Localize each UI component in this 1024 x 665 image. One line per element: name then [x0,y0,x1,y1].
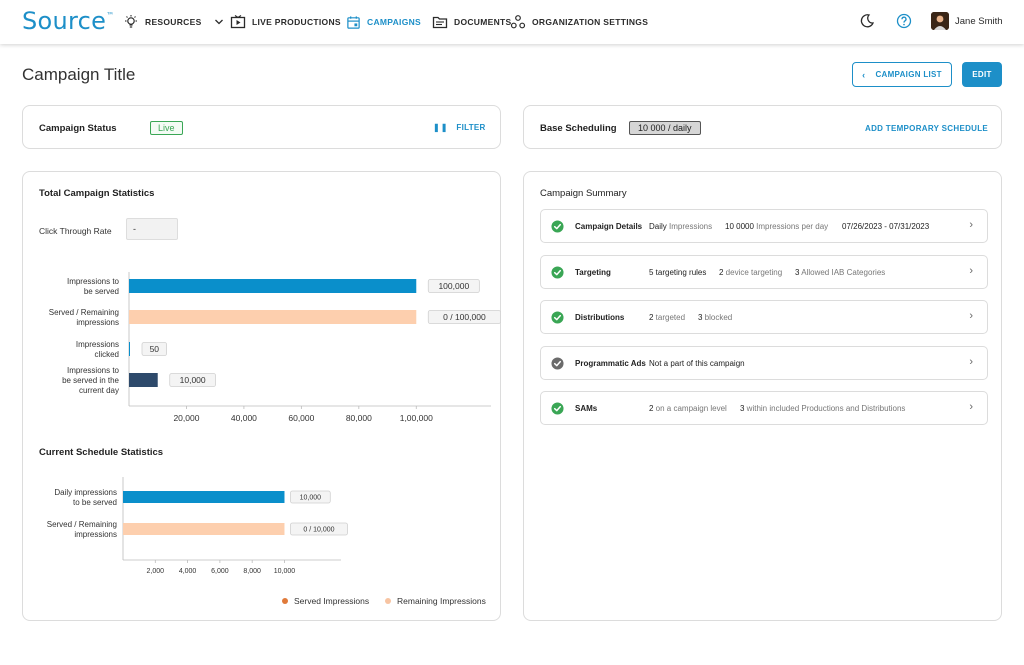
lightbulb-icon [125,15,137,28]
summary-row-distributions[interactable]: Distributions 2 targeted 3 blocked › [540,300,988,334]
page-title: Campaign Title [22,65,136,84]
check-circle-icon [551,402,564,415]
filter-button[interactable]: ❚❚ FILTER [433,123,486,132]
campaign-status-card: Campaign Status Live ❚❚ FILTER [22,105,501,149]
user-name[interactable]: Jane Smith [955,16,1003,27]
avatar[interactable] [931,12,949,30]
legend-served: Served Impressions [282,596,369,606]
summary-row-value: 3 blocked [698,313,733,322]
organization-icon [510,15,526,29]
nav-campaigns-label: CAMPAIGNS [367,17,422,27]
bar [123,491,285,503]
chevron-down-icon[interactable] [214,17,224,27]
nav-live-productions-label: LIVE PRODUCTIONS [252,17,341,27]
base-scheduling-label: Base Scheduling [540,123,617,134]
bar [123,523,285,535]
x-tick-label: 6,000 [211,568,229,575]
summary-row-value: 2 device targeting [719,268,783,277]
served-legend-dot [282,598,288,604]
calendar-icon [347,15,360,29]
campaign-status-label: Campaign Status [39,123,117,134]
summary-row-programmatic-ads[interactable]: Programmatic Ads Not a part of this campa… [540,346,988,380]
status-badge: Live [150,121,183,135]
scheduling-value-badge: 10 000 / daily [629,121,701,135]
summary-row-value: Daily Impressions [649,222,713,231]
summary-row-targeting[interactable]: Targeting 5 targeting rules 2 device targe… [540,255,988,289]
data-label: 10,000 [300,495,322,502]
x-tick-label: 8,000 [243,568,261,575]
edit-button[interactable]: EDIT [962,62,1002,87]
add-temporary-schedule-button[interactable]: ADD TEMPORARY SCHEDULE [865,124,988,133]
check-circle-icon [551,357,564,370]
x-tick-label: 2,000 [147,568,165,575]
x-tick-label: 4,000 [179,568,197,575]
nav-resources[interactable]: RESOURCES [123,14,230,30]
chevron-right-icon[interactable]: › [969,265,973,277]
category-label: Daily impressions to be served [54,488,117,507]
summary-row-value: 5 targeting rules [649,268,707,277]
nav-organization-settings[interactable]: ORGANIZATION SETTINGS [510,14,648,30]
nav-documents[interactable]: DOCUMENTS [432,14,511,30]
summary-row-sams[interactable]: SAMs 2 on a campaign level 3 within includ… [540,391,988,425]
legend-remaining: Remaining Impressions [385,596,486,606]
help-icon[interactable] [896,13,912,29]
campaign-statistics-card: Total Campaign Statistics Click Through … [22,171,501,621]
app-logo[interactable]: Source™ [22,7,115,35]
base-scheduling-card: Base Scheduling 10 000 / daily ADD TEMPO… [523,105,1002,149]
nav-campaigns[interactable]: CAMPAIGNS [346,14,421,30]
summary-row-value: Not a part of this campaign [649,359,745,368]
data-label: 0 / 10,000 [303,527,334,534]
campaign-list-button[interactable]: ‹ CAMPAIGN LIST [852,62,952,87]
summary-row-name: Campaign Details [575,222,643,231]
chevron-right-icon[interactable]: › [969,401,973,413]
nav-documents-label: DOCUMENTS [454,17,512,27]
user-avatar-icon [931,12,949,30]
check-circle-icon [551,220,564,233]
summary-row-name: Programmatic Ads [575,359,646,368]
chevron-right-icon[interactable]: › [969,356,973,368]
legend-served-label: Served Impressions [294,596,370,606]
campaign-summary-title: Campaign Summary [540,188,627,199]
folder-document-icon [432,16,448,29]
summary-row-value: 10 0000 Impressions per day [725,222,829,231]
summary-row-value: 3 Allowed IAB Categories [795,268,886,277]
summary-row-value: 2 targeted [649,313,686,322]
nav-resources-label: RESOURCES [145,17,202,27]
nav-live-productions[interactable]: LIVE PRODUCTIONS [230,14,341,30]
top-navigation-bar: Source™ RESOURCES LIVE PRODUCTIONS CAMPA… [0,0,1024,44]
x-tick-label: 10,000 [274,568,296,575]
summary-row-value: 2 on a campaign level [649,404,727,413]
summary-row-name: Targeting [575,268,611,277]
campaign-summary-card: Campaign Summary Campaign Details Daily I… [523,171,1002,621]
chevron-left-icon: ‹ [862,69,866,80]
summary-row-value: 07/26/2023 - 07/31/2023 [842,222,930,231]
remaining-legend-dot [385,598,391,604]
dark-mode-moon-icon[interactable] [859,13,875,29]
summary-row-name: Distributions [575,313,625,322]
filter-label: FILTER [456,123,486,132]
summary-row-value: 3 within included Productions and Distri… [740,404,906,413]
summary-row-name: SAMs [575,404,598,413]
pause-icon: ❚❚ [433,123,449,132]
category-label: Served / Remaining impressions [47,520,117,539]
current-schedule-chart: 2,000 4,000 6,000 8,000 10,000 Daily impressi… [47,477,348,575]
tv-play-icon [230,15,246,29]
summary-row-campaign-details[interactable]: Campaign Details Daily Impressions 10 0000… [540,209,988,243]
chevron-right-icon[interactable]: › [969,219,973,231]
nav-organization-settings-label: ORGANIZATION SETTINGS [532,17,649,27]
check-circle-icon [551,311,564,324]
chevron-right-icon[interactable]: › [969,310,973,322]
check-circle-icon [551,266,564,279]
legend-remaining-label: Remaining Impressions [397,596,486,606]
campaign-list-label: CAMPAIGN LIST [875,70,942,79]
